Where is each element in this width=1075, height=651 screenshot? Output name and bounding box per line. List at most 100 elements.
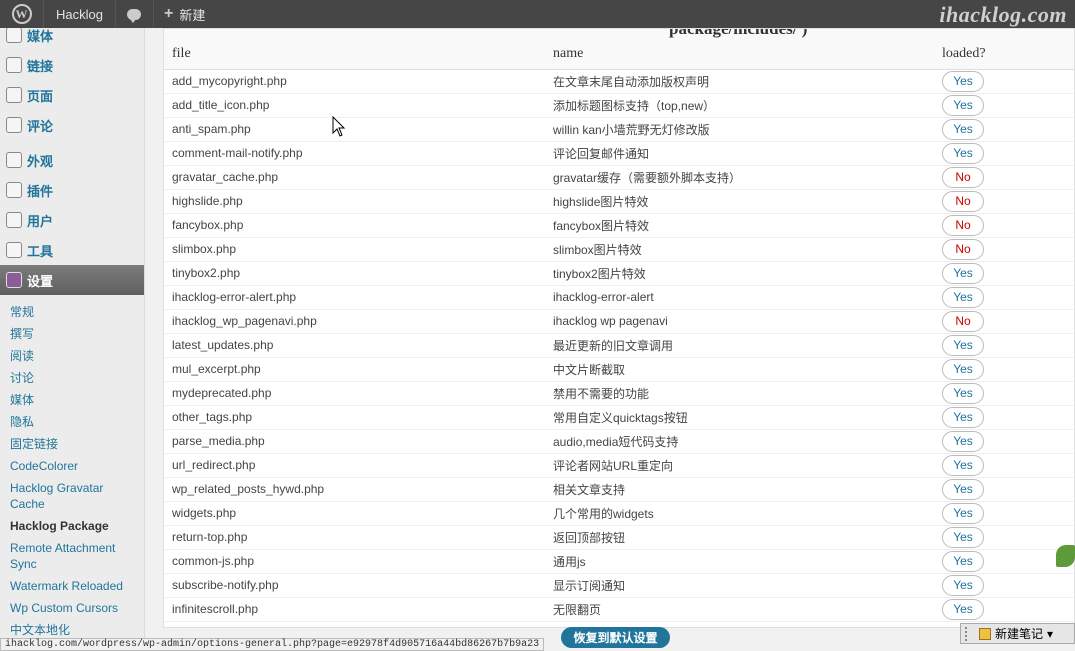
wordpress-logo-icon: W	[11, 4, 32, 24]
tools-icon	[6, 242, 22, 258]
table-row: gravatar_cache.php gravatar缓存（需要额外脚本支持） No	[164, 165, 1074, 190]
mouse-cursor-icon	[332, 116, 346, 137]
loaded-status-toggle[interactable]: Yes	[942, 70, 984, 92]
main-content: package/includes/ ) file name loaded? ad…	[163, 28, 1075, 628]
file-cell: add_mycopyright.php	[164, 69, 553, 94]
loaded-status-toggle[interactable]: Yes	[942, 526, 984, 548]
loaded-cell: Yes	[942, 69, 1074, 94]
dropdown-arrow-icon[interactable]: ▾	[1047, 627, 1053, 641]
file-cell: return-top.php	[164, 525, 553, 550]
loaded-cell: Yes	[942, 597, 1074, 622]
submenu-item[interactable]: CodeColorer	[0, 455, 144, 477]
site-name-link[interactable]: Hacklog	[44, 0, 116, 28]
table-row: url_redirect.php 评论者网站URL重定向 Yes	[164, 453, 1074, 478]
loaded-status-toggle[interactable]: No	[942, 190, 984, 212]
submenu-item[interactable]: 隐私	[0, 411, 144, 433]
file-cell: subscribe-notify.php	[164, 573, 553, 598]
settings-submenu: 常规 撰写 阅读 讨论 媒体 隐私 固定链接 CodeColorer Hacklog Grava…	[0, 295, 144, 641]
file-cell: anti_spam.php	[164, 117, 553, 142]
submenu-item[interactable]: Watermark Reloaded	[0, 575, 144, 597]
loaded-cell: No	[942, 309, 1074, 334]
admin-bar: W Hacklog + 新建 ihacklog.com	[0, 0, 1075, 28]
name-cell: highslide图片特效	[553, 189, 942, 214]
new-note-widget[interactable]: 新建笔记 ▾	[960, 623, 1075, 644]
table-row: other_tags.php 常用自定义quicktags按钮 Yes	[164, 405, 1074, 430]
menu-item-media[interactable]: 媒体	[0, 28, 144, 50]
loaded-status-toggle[interactable]: Yes	[942, 118, 984, 140]
loaded-status-toggle[interactable]: Yes	[942, 574, 984, 596]
menu-item-settings[interactable]: 设置	[0, 265, 144, 295]
table-row: comment-mail-notify.php 评论回复邮件通知 Yes	[164, 141, 1074, 166]
name-cell: gravatar缓存（需要额外脚本支持）	[553, 165, 942, 190]
submenu-item[interactable]: Hacklog Package	[0, 515, 144, 537]
submenu-item[interactable]: Wp Custom Cursors	[0, 597, 144, 619]
loaded-cell: Yes	[942, 501, 1074, 526]
loaded-status-toggle[interactable]: Yes	[942, 262, 984, 284]
new-content-menu[interactable]: + 新建	[154, 0, 215, 28]
submenu-item[interactable]: 阅读	[0, 345, 144, 367]
submenu-item[interactable]: Hacklog Gravatar Cache	[0, 477, 144, 515]
submenu-item[interactable]: 固定链接	[0, 433, 144, 455]
submenu-item[interactable]: 常规	[0, 301, 144, 323]
loaded-status-toggle[interactable]: Yes	[942, 430, 984, 452]
loaded-status-toggle[interactable]: No	[942, 166, 984, 188]
menu-item-label: 媒体	[27, 28, 54, 44]
loaded-status-toggle[interactable]: Yes	[942, 598, 984, 620]
loaded-status-toggle[interactable]: Yes	[942, 454, 984, 476]
loaded-status-toggle[interactable]: Yes	[942, 286, 984, 308]
loaded-cell: Yes	[942, 381, 1074, 406]
drag-handle-icon[interactable]	[965, 626, 975, 641]
table-row: ihacklog-error-alert.php ihacklog-error-a…	[164, 285, 1074, 310]
table-row: mydeprecated.php 禁用不需要的功能 Yes	[164, 381, 1074, 406]
plus-icon: +	[163, 5, 174, 22]
users-icon	[6, 212, 22, 228]
watermark: ihacklog.com	[939, 2, 1067, 27]
menu-item-page[interactable]: 页面	[0, 80, 144, 110]
comments-button[interactable]	[116, 0, 154, 28]
loaded-status-toggle[interactable]: Yes	[942, 550, 984, 572]
menu-item-link[interactable]: 链接	[0, 50, 144, 80]
loaded-cell: Yes	[942, 573, 1074, 598]
comment-bubble-icon	[127, 8, 142, 23]
loaded-cell: Yes	[942, 261, 1074, 286]
loaded-status-toggle[interactable]: Yes	[942, 142, 984, 164]
name-cell: 几个常用的widgets	[553, 501, 942, 526]
loaded-status-toggle[interactable]: Yes	[942, 502, 984, 524]
note-icon	[979, 627, 991, 640]
file-cell: slimbox.php	[164, 237, 553, 262]
loaded-status-toggle[interactable]: Yes	[942, 94, 984, 116]
menu-item-comment[interactable]: 评论	[0, 110, 144, 140]
menu-item-label: 外观	[27, 153, 54, 169]
menu-item-users[interactable]: 用户	[0, 205, 144, 235]
comment-icon	[6, 117, 22, 133]
reset-defaults-button[interactable]: 恢复到默认设置	[561, 627, 670, 648]
file-cell: gravatar_cache.php	[164, 165, 553, 190]
loaded-status-toggle[interactable]: No	[942, 310, 984, 332]
name-cell: 返回顶部按钮	[553, 525, 942, 550]
menu-item-plugin[interactable]: 插件	[0, 175, 144, 205]
submenu-item[interactable]: Remote Attachment Sync	[0, 537, 144, 575]
file-cell: mul_excerpt.php	[164, 357, 553, 382]
submenu-item[interactable]: 讨论	[0, 367, 144, 389]
loaded-status-toggle[interactable]: Yes	[942, 406, 984, 428]
loaded-cell: Yes	[942, 333, 1074, 358]
loaded-status-toggle[interactable]: No	[942, 214, 984, 236]
menu-item-tools[interactable]: 工具	[0, 235, 144, 265]
menu-item-appearance[interactable]: 外观	[0, 145, 144, 175]
submenu-item[interactable]: 撰写	[0, 323, 144, 345]
submenu-item[interactable]: 媒体	[0, 389, 144, 411]
admin-sidebar: 媒体 链接 页面 评论 外观 插件 用户 工具 设置 常规 撰写 阅读 讨论 媒体 隐私 固定链接 Cod…	[0, 28, 145, 651]
wp-logo-menu[interactable]: W	[0, 0, 44, 28]
name-cell: ihacklog wp pagenavi	[553, 309, 942, 334]
loaded-status-toggle[interactable]: Yes	[942, 382, 984, 404]
loaded-status-toggle[interactable]: Yes	[942, 358, 984, 380]
loaded-status-toggle[interactable]: Yes	[942, 334, 984, 356]
loaded-status-toggle[interactable]: Yes	[942, 478, 984, 500]
table-row: latest_updates.php 最近更新的旧文章调用 Yes	[164, 333, 1074, 358]
loaded-status-toggle[interactable]: No	[942, 238, 984, 260]
loaded-cell: Yes	[942, 357, 1074, 382]
name-cell: 最近更新的旧文章调用	[553, 333, 942, 358]
menu-item-label: 用户	[27, 213, 54, 229]
name-cell: 常用自定义quicktags按钮	[553, 405, 942, 430]
name-cell: 添加标题图标支持（top,new）	[553, 93, 942, 118]
